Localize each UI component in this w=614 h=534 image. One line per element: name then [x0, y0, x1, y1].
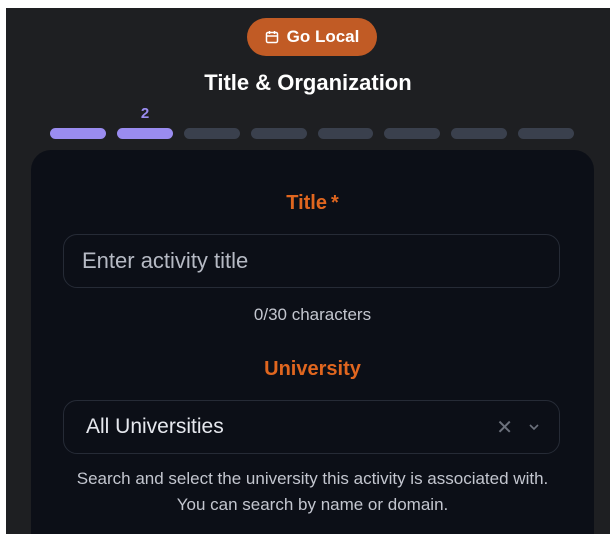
step-segment-5	[317, 128, 374, 139]
university-selected-value: All Universities	[86, 415, 224, 438]
step-segment-4	[250, 128, 307, 139]
close-icon[interactable]: ✕	[496, 415, 513, 440]
title-input[interactable]	[63, 234, 560, 288]
title-char-counter: 0/30 characters	[253, 305, 372, 324]
university-select[interactable]: All Universities ✕	[63, 400, 560, 454]
title-field-label: Title *	[31, 192, 594, 215]
go-local-label: Go Local	[286, 27, 360, 46]
step-segment-7	[451, 128, 508, 139]
current-step-number: 2	[140, 105, 150, 122]
page-title: Title & Organization	[204, 70, 412, 95]
step-segment-2	[116, 128, 173, 139]
step-segment-3	[183, 128, 240, 139]
step-segment-6	[384, 128, 441, 139]
step-segment-1	[50, 128, 106, 139]
go-local-badge[interactable]: Go Local	[247, 18, 377, 56]
title-label-text: Title	[286, 192, 327, 214]
app-screen: Go Local Title & Organization 2 Title* 0…	[6, 8, 610, 534]
required-marker: *	[330, 192, 339, 214]
calendar-icon	[265, 31, 278, 44]
university-help-text: Search and select the university this ac…	[76, 469, 549, 514]
form-card: Title* 0/30 characters University All Un…	[31, 150, 594, 534]
university-field-label: University	[264, 358, 361, 380]
step-segment-8	[518, 128, 574, 139]
step-progress-bar	[50, 128, 574, 139]
chevron-down-icon[interactable]	[527, 420, 541, 434]
